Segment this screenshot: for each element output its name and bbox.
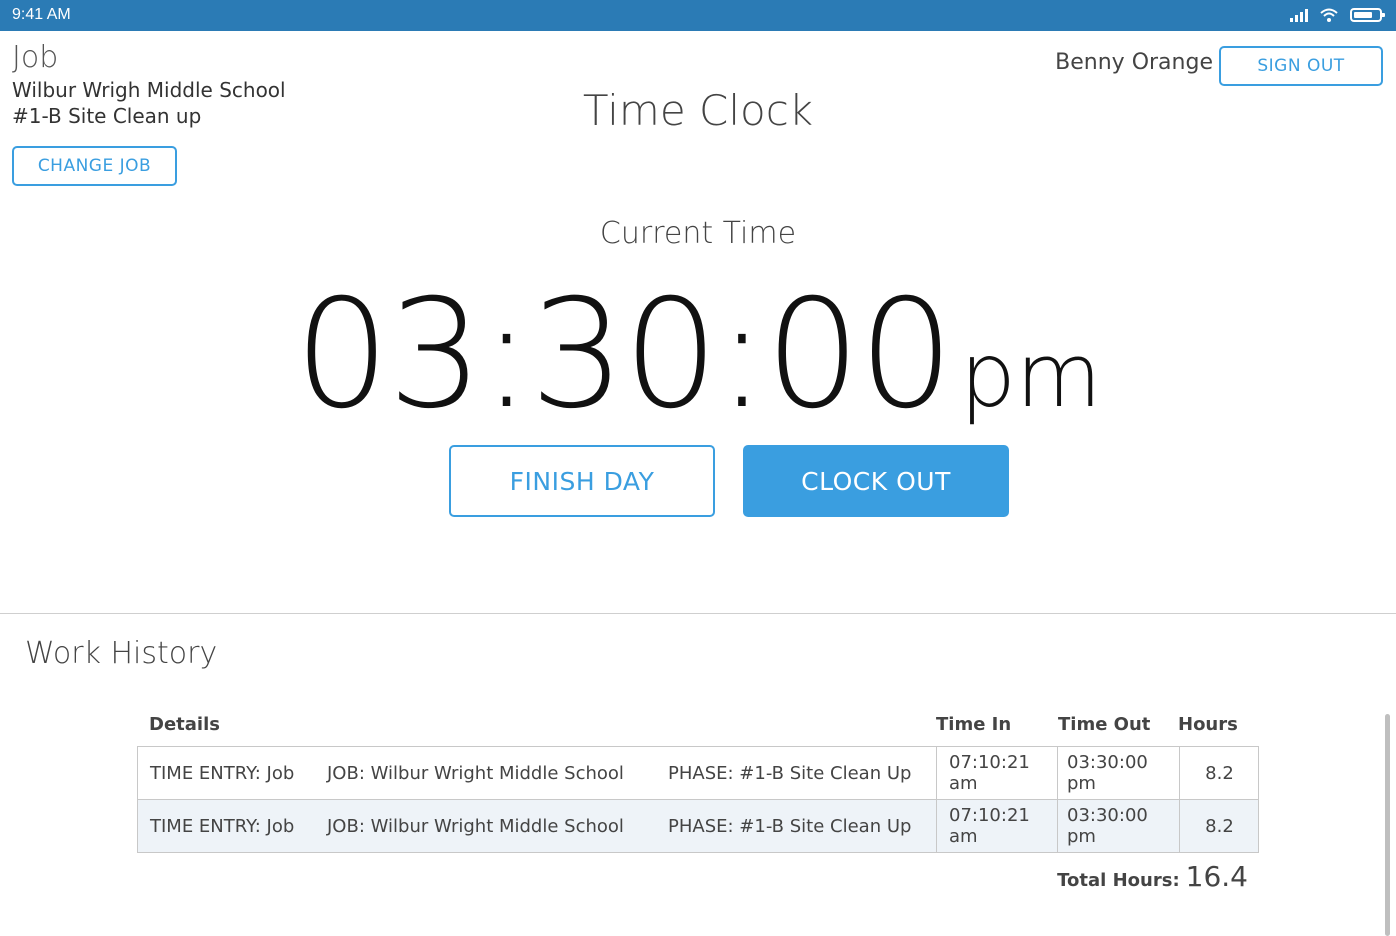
work-history-table: TIME ENTRY: Job JOB: Wilbur Wright Middl… xyxy=(137,746,1259,853)
status-bar: 9:41 AM xyxy=(0,0,1396,31)
battery-icon xyxy=(1350,8,1385,22)
change-job-button[interactable]: CHANGE JOB xyxy=(12,146,177,186)
scrollbar[interactable] xyxy=(1385,714,1390,936)
status-time: 9:41 AM xyxy=(12,6,71,23)
current-time-label: Current Time xyxy=(599,216,797,251)
sign-out-button[interactable]: SIGN OUT xyxy=(1219,46,1383,86)
time-out-cell: 03:30:00 pm xyxy=(1057,747,1179,799)
total-hours-value: 16.4 xyxy=(1185,860,1248,893)
time-out-cell: 03:30:00 pm xyxy=(1057,800,1179,852)
total-hours: Total Hours: 16.4 xyxy=(1057,860,1248,893)
column-header-hours: Hours xyxy=(1178,714,1238,735)
entry-cell: TIME ENTRY: Job xyxy=(150,815,295,837)
hours-cell: 8.2 xyxy=(1179,747,1259,799)
column-header-time-out: Time Out xyxy=(1058,714,1151,735)
job-label: Job xyxy=(12,40,59,75)
wifi-icon xyxy=(1320,8,1338,22)
signal-icon xyxy=(1290,8,1308,22)
column-header-details: Details xyxy=(149,714,220,735)
time-in-cell: 07:10:21 am xyxy=(936,800,1057,852)
column-header-time-in: Time In xyxy=(936,714,1012,735)
clock-time: 03:30:00 xyxy=(294,268,954,442)
clock-ampm: pm xyxy=(960,324,1102,427)
finish-day-button[interactable]: FINISH DAY xyxy=(449,445,715,517)
phase-cell: PHASE: #1-B Site Clean Up xyxy=(668,762,912,784)
clock-display: 03:30:00pm xyxy=(0,268,1396,442)
phase-cell: PHASE: #1-B Site Clean Up xyxy=(668,815,912,837)
entry-cell: TIME ENTRY: Job xyxy=(150,762,295,784)
section-divider xyxy=(0,613,1396,614)
table-row[interactable]: TIME ENTRY: Job JOB: Wilbur Wright Middl… xyxy=(138,747,1258,799)
page-title: Time Clock xyxy=(582,86,814,135)
job-cell: JOB: Wilbur Wright Middle School xyxy=(327,762,624,784)
table-row[interactable]: TIME ENTRY: Job JOB: Wilbur Wright Middl… xyxy=(138,799,1258,852)
status-icons xyxy=(1290,8,1385,22)
hours-cell: 8.2 xyxy=(1179,800,1259,852)
job-cell: JOB: Wilbur Wright Middle School xyxy=(327,815,624,837)
clock-out-button[interactable]: CLOCK OUT xyxy=(743,445,1009,517)
user-name: Benny Orange xyxy=(1055,50,1213,75)
time-in-cell: 07:10:21 am xyxy=(936,747,1057,799)
work-history-title: Work History xyxy=(25,636,218,671)
total-hours-label: Total Hours: xyxy=(1057,870,1180,891)
